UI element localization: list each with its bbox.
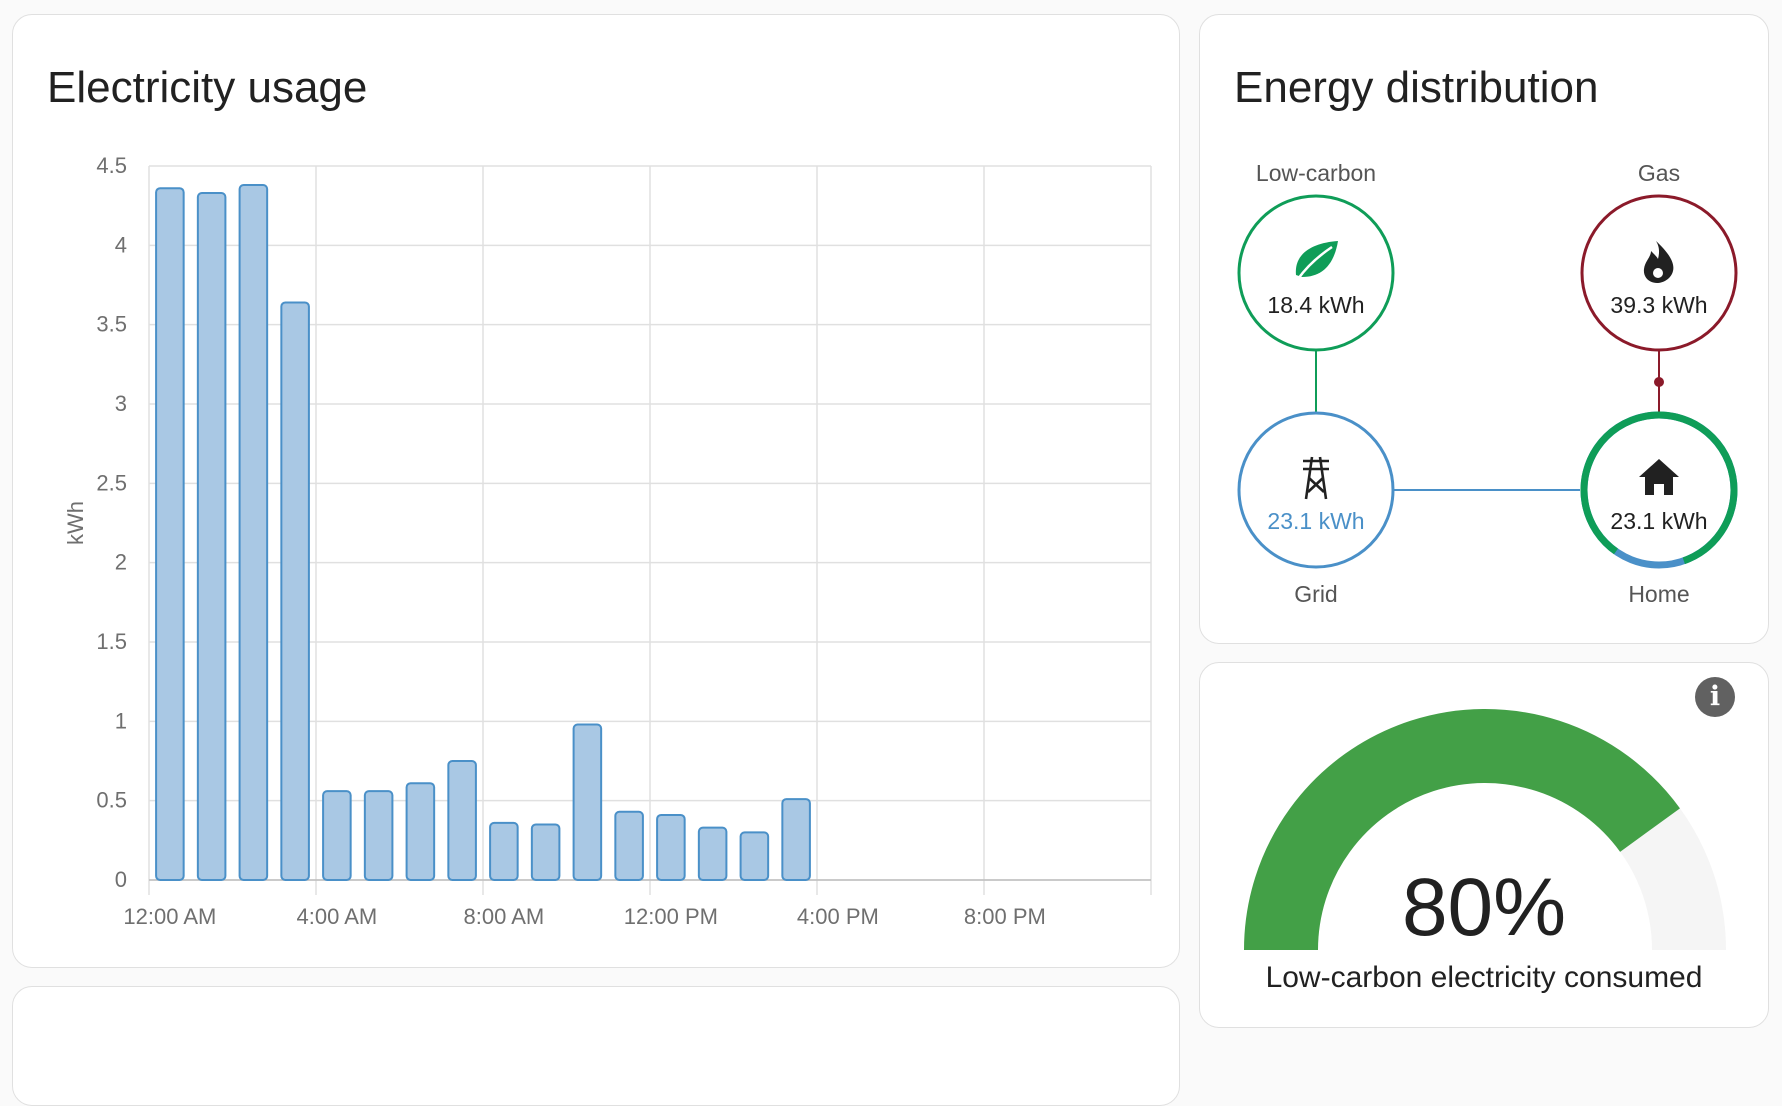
y-tick-label: 0.5 [96, 788, 127, 813]
electricity-usage-card: Electricity usage 0 0.5 1 1.5 2 2.5 3 3.5 4 4.5 12… [12, 14, 1180, 968]
usage-bar [697, 826, 728, 882]
y-tick-label: 4.5 [96, 153, 127, 178]
usage-bar [155, 187, 185, 882]
usage-bar [196, 191, 227, 881]
electricity-usage-chart: 0 0.5 1 1.5 2 2.5 3 3.5 4 4.5 12:00 AM 4:00 AM 8:00 … [63, 153, 1152, 929]
y-tick-label: 3 [115, 391, 127, 416]
low-carbon-label: Low-carbon [1256, 160, 1376, 186]
grid-circle [1237, 411, 1395, 569]
y-tick-label: 3.5 [96, 312, 127, 337]
y-tick-label: 1 [115, 708, 127, 733]
y-axis-title: kWh [63, 501, 88, 545]
y-tick-label: 1.5 [96, 629, 127, 654]
home-label: Home [1628, 581, 1689, 607]
x-tick-label: 4:00 PM [797, 904, 879, 929]
y-tick-label: 2 [115, 550, 127, 575]
gauge-label: Low-carbon electricity consumed [1265, 961, 1703, 994]
sources-card [12, 986, 1180, 1106]
home-value: 23.1 kWh [1610, 508, 1707, 534]
gas-value: 39.3 kWh [1610, 292, 1707, 318]
usage-bar [363, 790, 394, 881]
usage-bar [614, 810, 644, 881]
usage-bar [781, 798, 811, 882]
x-tick-label: 8:00 PM [964, 904, 1046, 929]
energy-distribution-diagram: Low-carbon 18.4 kWh Gas 39.3 kWh 23.1 kW… [1237, 160, 1764, 607]
x-tick-label: 4:00 AM [297, 904, 378, 929]
y-tick-label: 4 [115, 232, 127, 257]
energy-distribution-card: Energy distribution Low-carbon 18.4 kWh … [1199, 14, 1769, 644]
usage-bar [322, 790, 352, 881]
home-node[interactable]: 23.1 kWh Home [1555, 386, 1764, 607]
usage-bar [280, 301, 310, 882]
grid-value: 23.1 kWh [1267, 508, 1364, 534]
gas-node[interactable]: Gas 39.3 kWh [1580, 160, 1738, 352]
usage-bar [447, 760, 477, 881]
gas-flow-dot [1654, 377, 1664, 387]
y-tick-label: 0 [115, 867, 127, 892]
gauge-percentage: 80% [1401, 862, 1567, 953]
x-tick-label: 8:00 AM [464, 904, 545, 929]
usage-bar [405, 782, 436, 881]
usage-bar [739, 831, 770, 882]
usage-bar [238, 184, 269, 882]
low-carbon-node[interactable]: Low-carbon 18.4 kWh [1237, 160, 1395, 352]
grid-node[interactable]: 23.1 kWh Grid [1237, 411, 1395, 607]
usage-bar [530, 823, 561, 882]
usage-bar [572, 723, 603, 881]
x-tick-label: 12:00 PM [624, 904, 718, 929]
y-tick-label: 2.5 [96, 470, 127, 495]
x-tick-label: 12:00 AM [123, 904, 216, 929]
grid-label: Grid [1294, 581, 1337, 607]
low-carbon-value: 18.4 kWh [1267, 292, 1364, 318]
usage-bar [656, 813, 686, 881]
gas-label: Gas [1638, 160, 1680, 186]
low-carbon-gauge-card: i 80% Low-carbon electricity consumed [1199, 662, 1769, 1028]
usage-bar [489, 821, 519, 882]
